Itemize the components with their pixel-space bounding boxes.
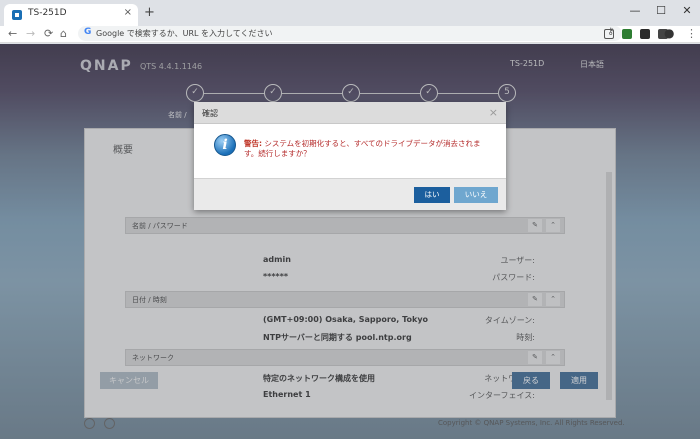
- omnibox-placeholder: Google で検索するか、URL を入力してください: [96, 29, 273, 38]
- yes-button[interactable]: はい: [414, 187, 450, 203]
- browser-tab[interactable]: TS-251D ×: [4, 4, 138, 26]
- maximize-window-button[interactable]: ☐: [648, 2, 674, 20]
- dialog-message: 警告: システムを初期化すると、すべてのドライブデータが消去されます。続行します…: [244, 139, 494, 159]
- browser-tab-strip: TS-251D × + — ☐ ✕: [0, 0, 700, 26]
- warning-text: システムを初期化すると、すべてのドライブデータが消去されます。続行しますか？: [244, 139, 481, 158]
- dialog-header: 確認 ×: [194, 102, 506, 124]
- qnap-setup-page: QNAP QTS 4.4.1.1146 TS-251D 日本語 ✓ ✓ ✓ ✓ …: [0, 44, 700, 439]
- dark-extension-icon[interactable]: [640, 29, 650, 39]
- no-button[interactable]: いいえ: [454, 187, 498, 203]
- warning-label: 警告:: [244, 139, 262, 148]
- new-tab-button[interactable]: +: [144, 5, 155, 20]
- tab-close-icon[interactable]: ×: [124, 7, 132, 18]
- google-icon: G: [84, 27, 92, 37]
- close-icon[interactable]: ×: [489, 106, 498, 119]
- confirm-dialog: 確認 × i 警告: システムを初期化すると、すべてのドライブデータが消去されま…: [194, 102, 506, 210]
- forward-arrow-icon[interactable]: →: [26, 27, 35, 40]
- green-extension-icon[interactable]: [622, 29, 632, 39]
- browser-toolbar: ← → ⟳ ⌂ G Google で検索するか、URL を入力してください ⚷ …: [0, 26, 700, 43]
- back-arrow-icon[interactable]: ←: [8, 27, 17, 40]
- minimize-window-button[interactable]: —: [622, 2, 648, 20]
- qnap-favicon-icon: [12, 10, 22, 20]
- dialog-footer: はい いいえ: [194, 178, 506, 210]
- info-icon: i: [214, 134, 236, 156]
- reload-icon[interactable]: ⟳: [44, 27, 53, 40]
- dialog-title: 確認: [202, 109, 218, 118]
- profile-avatar-icon[interactable]: ●: [664, 26, 674, 40]
- close-window-button[interactable]: ✕: [674, 2, 700, 20]
- tab-title: TS-251D: [28, 8, 67, 18]
- omnibox[interactable]: G Google で検索するか、URL を入力してください ⚷: [78, 26, 622, 41]
- browser-menu-icon[interactable]: ⋮: [686, 27, 697, 40]
- cast-extension-icon[interactable]: [604, 29, 614, 39]
- home-icon[interactable]: ⌂: [60, 27, 67, 40]
